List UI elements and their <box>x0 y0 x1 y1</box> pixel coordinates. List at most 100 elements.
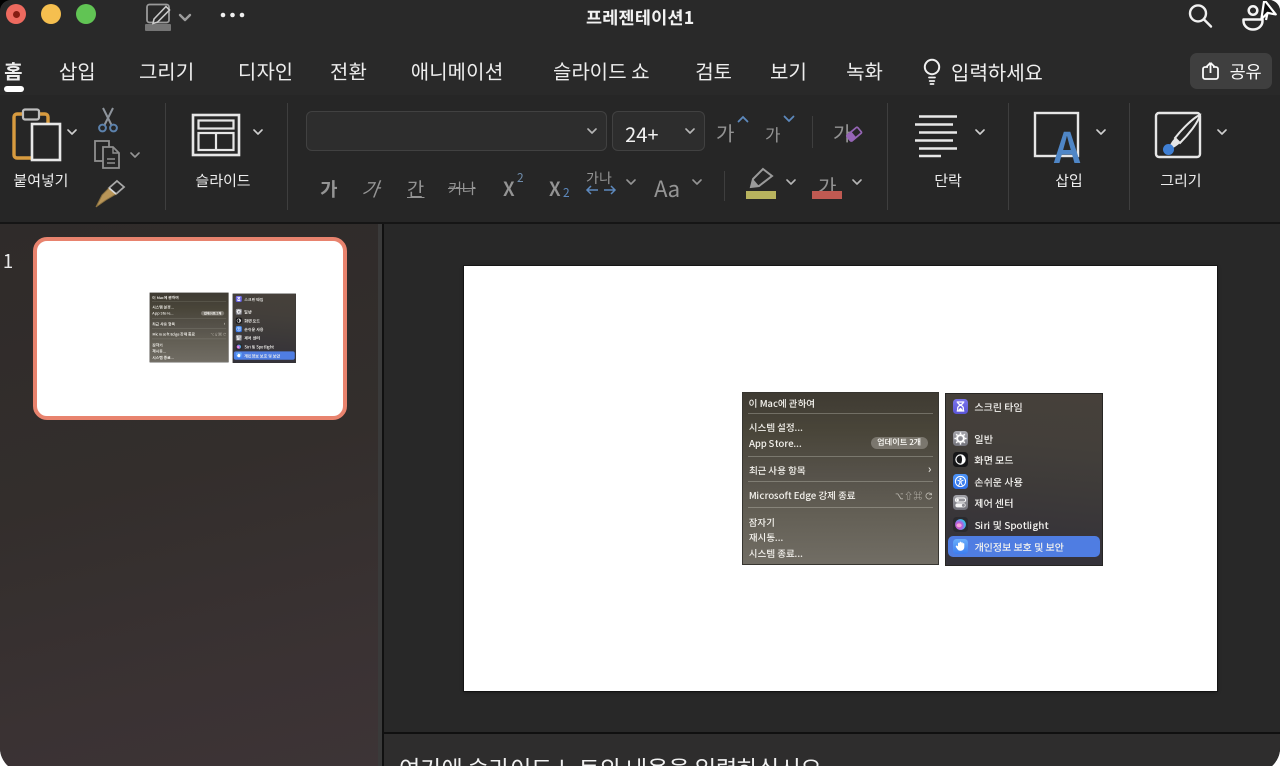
settings-item-label: 화면 모드 <box>974 452 1014 468</box>
share-icon <box>1202 62 1220 80</box>
chevron-down-icon <box>786 179 796 185</box>
search-icon <box>1188 4 1213 28</box>
settings-item-general: 일반 <box>948 428 1100 449</box>
menu-item-force-quit: Microsoft Edge 강제 종료 <box>748 488 856 503</box>
settings-item-accessibility: 손쉬운 사용 <box>234 325 295 333</box>
bold-glyph: 가 <box>320 175 338 202</box>
paragraph-lines-icon <box>915 115 957 158</box>
mouse-cursor <box>1260 1 1277 21</box>
cut-icon <box>98 107 118 133</box>
updates-badge: 업데이트 2개 <box>201 311 225 316</box>
tab-transitions[interactable]: 전환 <box>330 56 367 86</box>
settings-item-appearance: 화면 모드 <box>948 449 1100 470</box>
chevron-down-icon <box>253 129 263 135</box>
format-painter-icon <box>95 179 126 208</box>
increase-font-glyph: 가 <box>716 118 735 147</box>
general-icon <box>235 308 242 315</box>
tab-home[interactable]: 홈 <box>4 56 22 86</box>
slide-editing-area: 이 Mac에 관하여 시스템 설정... App Store... 업데이트 2개… <box>384 224 1280 766</box>
highlight-color-bar <box>746 191 776 199</box>
settings-item-label: 일반 <box>244 308 252 315</box>
lightbulb-icon <box>923 58 941 85</box>
settings-item-accessibility: 손쉬운 사용 <box>948 471 1100 492</box>
group-divider <box>287 103 288 210</box>
tab-insert[interactable]: 삽입 <box>59 56 96 86</box>
paste-label: 붙여넣기 <box>13 170 69 191</box>
copy-icon <box>94 140 120 169</box>
menu-separator <box>748 413 934 415</box>
screen-time-icon <box>235 295 242 302</box>
menu-item-force-quit: Microsoft Edge 강제 종료 <box>152 331 196 338</box>
window-title: 프레젠테이션1 <box>585 5 695 30</box>
tab-slideshow[interactable]: 슬라이드 쇼 <box>553 56 649 86</box>
general-icon <box>952 430 968 446</box>
menu-item-restart: 재시동... <box>748 530 784 545</box>
system-settings-sidebar-screenshot: 스크린 타임 일반 화면 모드 손쉬운 사용 제어 센터 Siri 및 Spotlight… <box>946 393 1103 565</box>
tab-draw[interactable]: 그리기 <box>139 56 194 86</box>
font-name-combobox[interactable] <box>306 111 607 151</box>
tab-view[interactable]: 보기 <box>770 56 807 86</box>
settings-item-control-center: 제어 센터 <box>948 492 1100 513</box>
chevron-down-icon <box>626 179 636 185</box>
settings-item-general: 일반 <box>234 307 295 315</box>
menu-item-system-settings: 시스템 설정... <box>748 420 804 435</box>
powerpoint-window: 프레젠테이션1 홈 삽입 그리기 디자인 전환 애니메이션 슬라이드 쇼 검토 … <box>0 0 1280 766</box>
spacing-arrows-icon <box>585 185 617 195</box>
paste-icon <box>12 108 62 162</box>
settings-item-privacy: 개인정보 보호 및 보안 <box>948 536 1101 558</box>
tab-animations[interactable]: 애니메이션 <box>411 56 503 86</box>
menu-item-app-store: App Store... <box>748 435 802 450</box>
settings-item-label: 일반 <box>974 430 993 446</box>
svg-text:A: A <box>1054 115 1082 165</box>
privacy-icon <box>235 351 242 358</box>
slide-number: 1 <box>3 247 14 274</box>
menu-item-about-this-mac: 이 Mac에 관하여 <box>748 396 816 411</box>
tab-review[interactable]: 검토 <box>695 56 732 86</box>
notes-pane[interactable]: 여기에 슬라이드 노트의 내용을 입력하십시오 <box>384 734 1280 766</box>
search-button[interactable] <box>1186 2 1214 30</box>
menu-item-shut-down: 시스템 종료... <box>152 354 175 361</box>
settings-item-appearance: 화면 모드 <box>234 316 295 324</box>
settings-item-siri: Siri 및 Spotlight <box>234 342 295 350</box>
tell-me-label: 입력하세요 <box>951 56 1043 86</box>
chevron-down-icon <box>1217 129 1227 135</box>
settings-item-label: 스크린 타임 <box>974 398 1023 414</box>
menu-item-recent-items: 최근 사용 항목 <box>152 321 176 327</box>
chevron-down-icon <box>1096 129 1106 135</box>
escape-key-icon <box>925 491 933 499</box>
ribbon-home: 붙여넣기 슬라이드 24+ 가 가 가 가 가 간 커나 X 2 X 2 가나 … <box>0 95 1280 224</box>
eraser-icon <box>846 126 863 142</box>
slide-thumbnail-selected[interactable]: 이 Mac에 관하여 시스템 설정... App Store... 업데이트 2개… <box>33 237 347 420</box>
settings-item-label: 스크린 타임 <box>244 295 264 302</box>
tab-design[interactable]: 디자인 <box>238 56 293 86</box>
menu-item-shut-down: 시스템 종료... <box>748 546 804 561</box>
draw-brush-icon <box>1154 111 1202 159</box>
menu-item-restart: 재시동... <box>152 348 167 355</box>
menu-separator <box>748 480 934 482</box>
tell-me-button[interactable]: 입력하세요 <box>921 55 1043 87</box>
decrease-font-glyph: 가 <box>765 121 781 146</box>
share-button[interactable]: 공유 <box>1190 53 1272 89</box>
settings-item-label: 개인정보 보호 및 보안 <box>974 539 1064 555</box>
change-case-glyph: Aa <box>654 172 680 204</box>
accessibility-icon <box>952 473 968 489</box>
submenu-arrow-icon: › <box>927 460 932 477</box>
chevron-down-icon <box>975 129 985 135</box>
menu-separator <box>748 455 934 457</box>
screen-time-icon <box>952 398 968 414</box>
superscript-number: 2 <box>517 169 524 186</box>
settings-item-screen-time: 스크린 타임 <box>234 294 295 302</box>
font-size-combobox[interactable]: 24+ <box>612 111 705 151</box>
settings-item-label: Siri 및 Spotlight <box>244 343 274 350</box>
draw-label: 그리기 <box>1160 170 1202 191</box>
tab-record[interactable]: 녹화 <box>846 56 883 86</box>
group-divider <box>1008 103 1009 210</box>
notes-placeholder: 여기에 슬라이드 노트의 내용을 입력하십시오 <box>399 750 822 766</box>
menu-item-recent-items: 최근 사용 항목 <box>748 462 806 477</box>
settings-item-label: 제어 센터 <box>244 334 260 341</box>
slide-canvas[interactable]: 이 Mac에 관하여 시스템 설정... App Store... 업데이트 2개… <box>464 266 1217 691</box>
group-divider <box>165 103 166 210</box>
menu-item-about-this-mac: 이 Mac에 관하여 <box>152 294 180 301</box>
highlighter-icon <box>749 167 774 189</box>
settings-item-screen-time: 스크린 타임 <box>948 396 1100 417</box>
